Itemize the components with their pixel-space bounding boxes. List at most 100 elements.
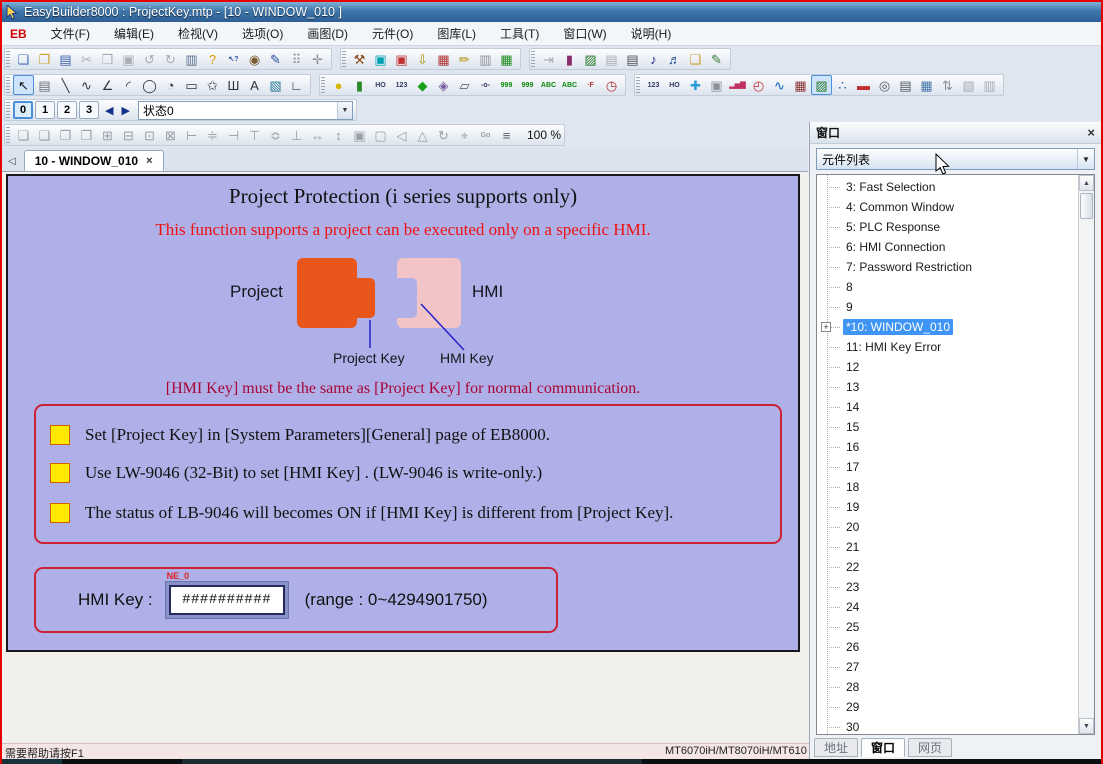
compile-icon[interactable]: ⚒	[349, 49, 370, 69]
menu-item[interactable]: 编辑(E)	[102, 22, 166, 45]
word-lamp-icon[interactable]: ▮	[349, 75, 370, 95]
address-tag-library-icon[interactable]: ✎	[706, 49, 727, 69]
meter-display-icon[interactable]: ◴	[748, 75, 769, 95]
label-library-icon[interactable]: ❑	[685, 49, 706, 69]
scheduler-icon[interactable]: ▦	[916, 75, 937, 95]
panel-close-icon[interactable]: ×	[1087, 125, 1095, 140]
pen-icon[interactable]: ✎	[265, 49, 286, 69]
offline-simulation-icon[interactable]: ▣	[391, 49, 412, 69]
download-icon[interactable]: ⇩	[412, 49, 433, 69]
ascii-display-icon[interactable]: ABC	[538, 75, 559, 95]
numeric-display-icon[interactable]: 999	[496, 75, 517, 95]
window-list-item[interactable]: 3: Fast Selection	[817, 177, 1078, 197]
help-icon[interactable]: ?	[202, 49, 223, 69]
window-list-item[interactable]: 17	[817, 457, 1078, 477]
direct-window-icon[interactable]: HO	[664, 75, 685, 95]
find-icon[interactable]: ◉	[244, 49, 265, 69]
window-list-item[interactable]: 19	[817, 497, 1078, 517]
toolbar-grip-icon[interactable]	[6, 51, 10, 67]
picture-object-icon[interactable]: ▨	[811, 75, 832, 95]
select-icon[interactable]: ↖	[13, 75, 34, 95]
ascii-input-icon[interactable]: ABC	[559, 75, 580, 95]
corner-icon[interactable]: ∟	[286, 75, 307, 95]
memory-card-icon[interactable]: ▦	[433, 49, 454, 69]
window-list-item[interactable]: 16	[817, 437, 1078, 457]
panel-tab[interactable]: 地址	[814, 738, 858, 757]
toolbar-grip-icon[interactable]	[6, 102, 10, 118]
sound-monitor-icon[interactable]: ♬	[664, 49, 685, 69]
data-table-icon[interactable]: ▦	[496, 49, 517, 69]
chevron-down-icon[interactable]: ▼	[337, 102, 352, 119]
recipe-csv-icon[interactable]: ▥	[475, 49, 496, 69]
edit-parameters-icon[interactable]: ✏	[454, 49, 475, 69]
window-list-item[interactable]: + *10: WINDOW_010	[817, 317, 1078, 337]
menu-item[interactable]: 画图(D)	[295, 22, 360, 45]
new-file-icon[interactable]: ❏	[13, 49, 34, 69]
toolbar-grip-icon[interactable]	[531, 51, 535, 67]
window-list-item[interactable]: 12	[817, 357, 1078, 377]
window-tree[interactable]: 3: Fast Selection 4: Common Window 5: PL…	[816, 174, 1095, 735]
panel-tab[interactable]: 网页	[908, 738, 952, 757]
context-help-icon[interactable]: ↖?	[223, 49, 244, 69]
window-list-item[interactable]: 26	[817, 637, 1078, 657]
layer-list-icon[interactable]: ≡	[496, 125, 517, 145]
sound-library-icon[interactable]: ♪	[643, 49, 664, 69]
history-table-icon[interactable]: ▦	[790, 75, 811, 95]
open-file-icon[interactable]: ❐	[34, 49, 55, 69]
scrollbar-thumb[interactable]	[1080, 193, 1093, 219]
slider-icon[interactable]: -o-	[475, 75, 496, 95]
pie-icon[interactable]: ◔	[160, 75, 181, 95]
window-list-item[interactable]: 9	[817, 297, 1078, 317]
menu-item[interactable]: 工具(T)	[488, 22, 551, 45]
window-list-item[interactable]: 7: Password Restriction	[817, 257, 1078, 277]
go-icon[interactable]: Go	[475, 125, 496, 145]
prev-state-icon[interactable]: ◀	[101, 104, 117, 117]
window-list-item[interactable]: 20	[817, 517, 1078, 537]
rectangle-icon[interactable]: ▭	[181, 75, 202, 95]
menu-item[interactable]: 选项(O)	[230, 22, 295, 45]
window-list-item[interactable]: 15	[817, 417, 1078, 437]
state-button[interactable]: 3	[79, 101, 99, 119]
line-icon[interactable]: ╲	[55, 75, 76, 95]
function-key-icon[interactable]: ·F	[580, 75, 601, 95]
panel-tab[interactable]: 窗口	[861, 738, 905, 757]
alarm-bar-icon[interactable]: ▬	[853, 75, 874, 95]
save-file-icon[interactable]: ▤	[55, 49, 76, 69]
text-icon[interactable]: A	[244, 75, 265, 95]
polyline-icon[interactable]: ∠	[97, 75, 118, 95]
state-button[interactable]: 1	[35, 101, 55, 119]
popup-window-icon[interactable]: ▱	[454, 75, 475, 95]
trend-display-icon[interactable]: ∿	[769, 75, 790, 95]
window-list-item[interactable]: 11: HMI Key Error	[817, 337, 1078, 357]
toolbar-grip-icon[interactable]	[321, 77, 325, 93]
object-properties-icon[interactable]: ▤	[34, 75, 55, 95]
expand-icon[interactable]: +	[821, 322, 831, 332]
window-list-item[interactable]: 30	[817, 717, 1078, 735]
hmi-key-input[interactable]: NE_0 ##########	[165, 581, 289, 619]
window-list-item[interactable]: 14	[817, 397, 1078, 417]
window-list-item[interactable]: 23	[817, 577, 1078, 597]
event-display-icon[interactable]: ▤	[895, 75, 916, 95]
window-list-item[interactable]: 5: PLC Response	[817, 217, 1078, 237]
panel-dropdown[interactable]: 元件列表 ▼	[816, 148, 1095, 170]
numeric-input-icon[interactable]: 999	[517, 75, 538, 95]
scale-icon[interactable]: Ш	[223, 75, 244, 95]
move-shape-icon[interactable]: ✚	[685, 75, 706, 95]
window-list-item[interactable]: 6: HMI Connection	[817, 237, 1078, 257]
next-state-icon[interactable]: ▶	[117, 104, 133, 117]
menu-item[interactable]: 文件(F)	[39, 22, 102, 45]
menu-item[interactable]: 检视(V)	[166, 22, 230, 45]
window-list-item[interactable]: 27	[817, 657, 1078, 677]
toolbar-grip-icon[interactable]	[636, 77, 640, 93]
menu-item[interactable]: 图库(L)	[425, 22, 488, 45]
toolbar-grip-icon[interactable]	[6, 127, 10, 143]
circle-icon[interactable]: ◯	[139, 75, 160, 95]
recipe-transfer-icon[interactable]: ◎	[874, 75, 895, 95]
toggle-switch-icon[interactable]: ◆	[412, 75, 433, 95]
toolbar-grip-icon[interactable]	[342, 51, 346, 67]
design-surface[interactable]: Project Protection (i series supports on…	[6, 174, 800, 652]
print-icon[interactable]: ▥	[181, 49, 202, 69]
scroll-up-icon[interactable]: ▲	[1079, 175, 1094, 191]
xy-plot-icon[interactable]: ∴	[832, 75, 853, 95]
bezier-icon[interactable]: ∿	[76, 75, 97, 95]
